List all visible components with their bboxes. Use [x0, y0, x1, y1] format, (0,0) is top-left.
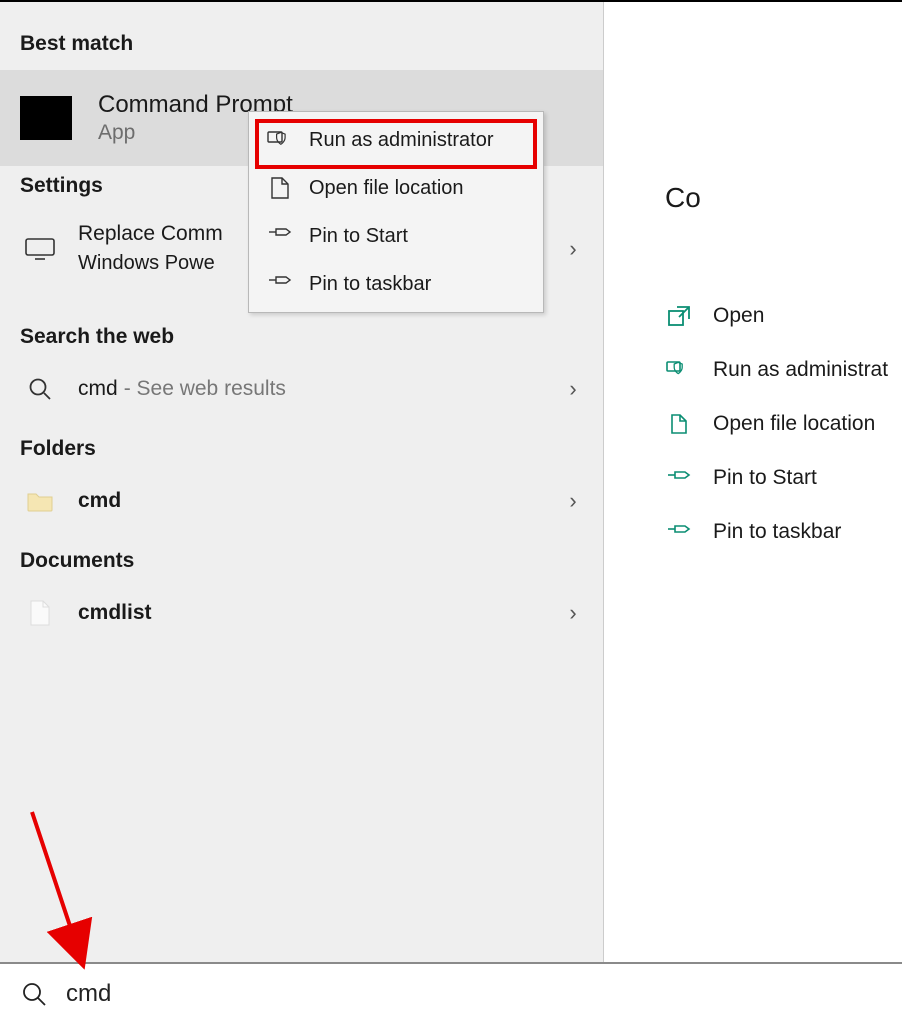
details-title: Co — [665, 182, 902, 214]
details-action-open-file-location[interactable]: Open file location — [665, 412, 902, 436]
chevron-right-icon: › — [563, 376, 583, 402]
details-action-pin-taskbar[interactable]: Pin to taskbar — [665, 520, 902, 544]
shield-icon — [265, 128, 295, 152]
pin-icon — [265, 272, 295, 296]
best-match-header: Best match — [0, 24, 603, 70]
details-action-run-admin-label: Run as administrat — [713, 358, 888, 382]
context-pin-to-start[interactable]: Pin to Start — [249, 212, 543, 260]
folders-header: Folders — [0, 429, 603, 475]
context-menu: Run as administrator Open file location … — [248, 111, 544, 313]
open-icon — [665, 305, 693, 327]
context-pin-to-taskbar-label: Pin to taskbar — [309, 273, 431, 296]
command-prompt-icon — [20, 96, 72, 140]
shield-icon — [665, 359, 693, 381]
chevron-right-icon: › — [563, 600, 583, 626]
context-pin-to-start-label: Pin to Start — [309, 225, 408, 248]
folder-icon — [20, 485, 60, 517]
chevron-right-icon: › — [563, 488, 583, 514]
web-result-secondary: - See web results — [124, 377, 286, 401]
document-icon — [20, 597, 60, 629]
pin-icon — [665, 521, 693, 543]
file-location-icon — [665, 413, 693, 435]
details-pane: Co Open Run as administrat Open file loc… — [605, 2, 902, 963]
pin-icon — [665, 467, 693, 489]
web-result-cmd[interactable]: cmd - See web results › — [0, 363, 603, 415]
web-header: Search the web — [0, 317, 603, 363]
documents-header: Documents — [0, 541, 603, 587]
details-action-pin-start[interactable]: Pin to Start — [665, 466, 902, 490]
details-actions: Open Run as administrat Open file locati… — [665, 304, 902, 544]
documents-item-cmdlist[interactable]: cmdlist › — [0, 587, 603, 639]
context-open-file-location-label: Open file location — [309, 177, 464, 200]
details-action-pin-start-label: Pin to Start — [713, 466, 817, 490]
context-open-file-location[interactable]: Open file location — [249, 164, 543, 212]
details-action-open-label: Open — [713, 304, 764, 328]
context-run-as-admin[interactable]: Run as administrator — [249, 116, 543, 164]
pin-icon — [265, 224, 295, 248]
context-run-as-admin-label: Run as administrator — [309, 129, 494, 152]
monitor-icon — [20, 233, 60, 265]
details-action-open-file-location-label: Open file location — [713, 412, 875, 436]
web-result-text: cmd - See web results — [78, 377, 555, 401]
web-result-primary: cmd — [78, 377, 118, 401]
folders-item-text: cmd — [78, 489, 555, 513]
folders-item-cmd[interactable]: cmd › — [0, 475, 603, 527]
search-bar[interactable]: cmd — [0, 962, 902, 1024]
documents-item-text: cmdlist — [78, 601, 555, 625]
search-icon — [20, 373, 60, 405]
search-query: cmd — [66, 980, 111, 1008]
settings-item-line1: Replace Comm — [78, 222, 223, 246]
search-icon — [20, 980, 48, 1008]
details-action-pin-taskbar-label: Pin to taskbar — [713, 520, 841, 544]
chevron-right-icon: › — [563, 236, 583, 262]
context-pin-to-taskbar[interactable]: Pin to taskbar — [249, 260, 543, 308]
file-location-icon — [265, 176, 295, 200]
details-action-run-admin[interactable]: Run as administrat — [665, 358, 902, 382]
details-action-open[interactable]: Open — [665, 304, 902, 328]
